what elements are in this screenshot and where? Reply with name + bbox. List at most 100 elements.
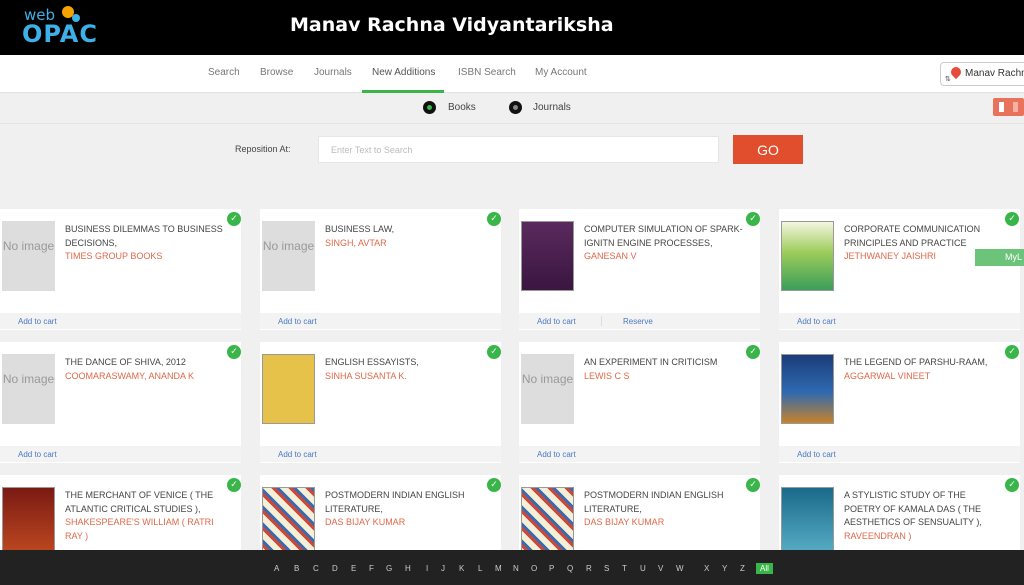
letter-h[interactable]: H <box>405 564 411 573</box>
available-check-icon: ✓ <box>746 478 760 492</box>
book-title[interactable]: COMPUTER SIMULATION OF SPARK-IGNITN ENGI… <box>584 223 744 264</box>
book-card[interactable]: THE MERCHANT OF VENICE ( THE ATLANTIC CR… <box>0 475 241 557</box>
add-to-cart-link[interactable]: Add to cart <box>18 317 57 326</box>
book-title[interactable]: POSTMODERN INDIAN ENGLISH LITERATURE, DAS… <box>325 489 485 530</box>
nav-journals[interactable]: Journals <box>314 67 352 78</box>
journals-radio[interactable] <box>509 101 522 114</box>
letter-o[interactable]: O <box>531 564 537 573</box>
no-image-placeholder: No image <box>262 221 315 291</box>
book-card[interactable]: CORPORATE COMMUNICATION PRINCIPLES AND P… <box>779 209 1020 330</box>
add-to-cart-link[interactable]: Add to cart <box>537 450 576 459</box>
letter-u[interactable]: U <box>640 564 646 573</box>
book-title[interactable]: THE MERCHANT OF VENICE ( THE ATLANTIC CR… <box>65 489 225 543</box>
book-card[interactable]: POSTMODERN INDIAN ENGLISH LITERATURE, DAS… <box>519 475 760 557</box>
letter-a[interactable]: A <box>274 564 279 573</box>
add-to-cart-link[interactable]: Add to cart <box>797 317 836 326</box>
books-radio[interactable] <box>423 101 436 114</box>
letter-j[interactable]: J <box>441 564 445 573</box>
book-author: SHAKESPEARE'S WILLIAM ( RATRI RAY ) <box>65 517 214 541</box>
book-card[interactable]: ENGLISH ESSAYISTS, SINHA SUSANTA K. ✓ Add… <box>260 342 501 463</box>
letter-i[interactable]: I <box>426 564 428 573</box>
letter-m[interactable]: M <box>495 564 502 573</box>
letter-e[interactable]: E <box>351 564 356 573</box>
available-check-icon: ✓ <box>487 478 501 492</box>
no-image-placeholder: No image <box>2 354 55 424</box>
grid-view-toggle[interactable] <box>993 98 1024 116</box>
book-title-text: THE LEGEND OF PARSHU-RAAM, <box>844 357 988 367</box>
letter-l[interactable]: L <box>478 564 482 573</box>
letter-q[interactable]: Q <box>567 564 573 573</box>
available-check-icon: ✓ <box>487 345 501 359</box>
letter-x[interactable]: X <box>704 564 709 573</box>
book-cover-image <box>781 487 834 557</box>
letter-r[interactable]: R <box>586 564 592 573</box>
add-to-cart-link[interactable]: Add to cart <box>278 317 317 326</box>
book-title[interactable]: BUSINESS DILEMMAS TO BUSINESS DECISIONS,… <box>65 223 225 264</box>
add-to-cart-link[interactable]: Add to cart <box>797 450 836 459</box>
card-actions: Add to cart <box>0 446 241 462</box>
book-cover-image <box>521 221 574 291</box>
nav-active-indicator <box>362 90 444 93</box>
letter-s[interactable]: S <box>604 564 609 573</box>
no-image-placeholder: No image <box>521 354 574 424</box>
book-title[interactable]: POSTMODERN INDIAN ENGLISH LITERATURE, DAS… <box>584 489 744 530</box>
reserve-link[interactable]: Reserve <box>623 317 653 326</box>
book-card[interactable]: No image AN EXPERIMENT IN CRITICISM LEWIS… <box>519 342 760 463</box>
letter-p[interactable]: P <box>549 564 554 573</box>
add-to-cart-link[interactable]: Add to cart <box>278 450 317 459</box>
reposition-input[interactable] <box>318 136 719 163</box>
letter-v[interactable]: V <box>658 564 663 573</box>
nav-my-account[interactable]: My Account <box>535 67 587 78</box>
letter-d[interactable]: D <box>332 564 338 573</box>
book-author: AGGARWAL VINEET <box>844 370 931 381</box>
letter-t[interactable]: T <box>622 564 627 573</box>
book-title[interactable]: A STYLISTIC STUDY OF THE POETRY OF KAMAL… <box>844 489 1004 543</box>
nav-browse[interactable]: Browse <box>260 67 293 78</box>
book-title-text: POSTMODERN INDIAN ENGLISH LITERATURE, <box>584 490 724 514</box>
nav-isbn-search[interactable]: ISBN Search <box>458 67 516 78</box>
book-title-text: THE DANCE OF SHIVA, 2012 <box>65 357 186 367</box>
add-to-cart-link[interactable]: Add to cart <box>537 317 576 326</box>
book-card[interactable]: POSTMODERN INDIAN ENGLISH LITERATURE, DAS… <box>260 475 501 557</box>
book-title[interactable]: ENGLISH ESSAYISTS, SINHA SUSANTA K. <box>325 356 485 383</box>
letter-k[interactable]: K <box>459 564 464 573</box>
book-title-text: BUSINESS DILEMMAS TO BUSINESS DECISIONS, <box>65 224 223 248</box>
book-cover-image <box>262 487 315 557</box>
book-title[interactable]: AN EXPERIMENT IN CRITICISM LEWIS C S <box>584 356 744 383</box>
book-card[interactable]: THE LEGEND OF PARSHU-RAAM, AGGARWAL VINEE… <box>779 342 1020 463</box>
book-title-text: CORPORATE COMMUNICATION PRINCIPLES AND P… <box>844 224 981 248</box>
letter-b[interactable]: B <box>294 564 299 573</box>
letter-all[interactable]: All <box>756 563 773 574</box>
letter-n[interactable]: N <box>513 564 519 573</box>
book-card[interactable]: A STYLISTIC STUDY OF THE POETRY OF KAMAL… <box>779 475 1020 557</box>
book-title[interactable]: THE LEGEND OF PARSHU-RAAM, AGGARWAL VINEE… <box>844 356 1004 383</box>
letter-z[interactable]: Z <box>740 564 745 573</box>
nav-search[interactable]: Search <box>208 67 240 78</box>
webopac-logo[interactable]: web OPAC <box>22 4 102 50</box>
available-check-icon: ✓ <box>227 345 241 359</box>
book-title-text: THE MERCHANT OF VENICE ( THE ATLANTIC CR… <box>65 490 214 514</box>
nav-new-additions[interactable]: New Additions <box>372 67 435 78</box>
letter-g[interactable]: G <box>386 564 392 573</box>
letter-f[interactable]: F <box>369 564 374 573</box>
available-check-icon: ✓ <box>227 212 241 226</box>
book-card[interactable]: No image BUSINESS DILEMMAS TO BUSINESS D… <box>0 209 241 330</box>
site-title: Manav Rachna Vidyantariksha <box>290 14 614 36</box>
book-card[interactable]: COMPUTER SIMULATION OF SPARK-IGNITN ENGI… <box>519 209 760 330</box>
go-button[interactable]: GO <box>733 135 803 164</box>
my-list-tab[interactable]: MyL <box>975 249 1024 266</box>
letter-y[interactable]: Y <box>722 564 727 573</box>
book-title[interactable]: THE DANCE OF SHIVA, 2012 COOMARASWAMY, AN… <box>65 356 225 383</box>
card-actions: Add to cart <box>260 446 501 462</box>
letter-w[interactable]: W <box>676 564 684 573</box>
add-to-cart-link[interactable]: Add to cart <box>18 450 57 459</box>
journals-radio-label: Journals <box>533 102 571 113</box>
book-card[interactable]: No image THE DANCE OF SHIVA, 2012 COOMARA… <box>0 342 241 463</box>
book-title-text: ENGLISH ESSAYISTS, <box>325 357 419 367</box>
book-title[interactable]: BUSINESS LAW, SINGH, AVTAR <box>325 223 485 250</box>
available-check-icon: ✓ <box>1005 345 1019 359</box>
card-actions: Add to cart <box>519 446 760 462</box>
book-card[interactable]: No image BUSINESS LAW, SINGH, AVTAR ✓ Add… <box>260 209 501 330</box>
location-selector[interactable]: ⇅ Manav Rachna <box>940 62 1024 86</box>
letter-c[interactable]: C <box>313 564 319 573</box>
